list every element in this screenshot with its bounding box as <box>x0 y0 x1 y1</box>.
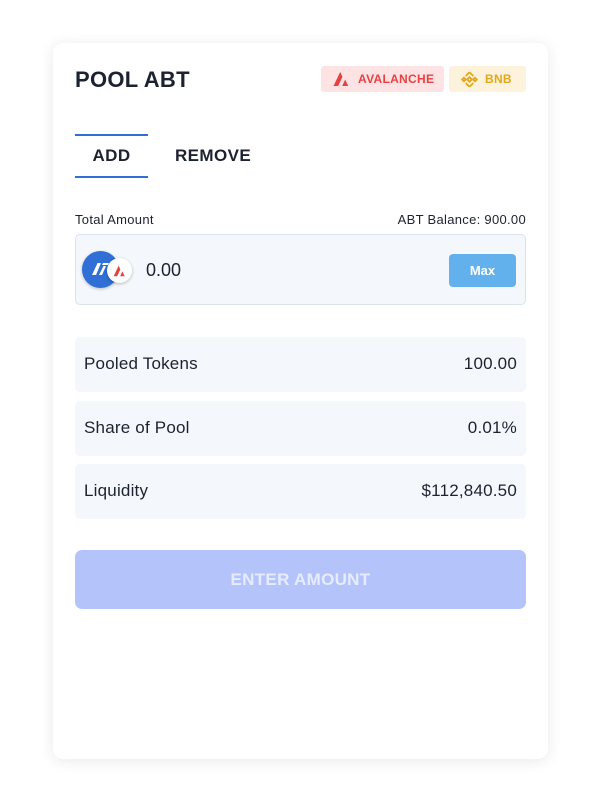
amount-input[interactable] <box>146 257 406 283</box>
abt-balance-label: ABT Balance: 900.00 <box>397 212 526 227</box>
amount-input-box: Max <box>75 234 526 305</box>
pool-tabs: ADD REMOVE <box>75 134 275 179</box>
stat-label: Share of Pool <box>84 418 190 437</box>
amount-label-row: Total Amount ABT Balance: 900.00 <box>75 212 526 230</box>
stat-share-of-pool: Share of Pool 0.01% <box>75 401 526 456</box>
chain-badge-bnb[interactable]: BNB <box>449 66 526 92</box>
enter-amount-button[interactable]: ENTER AMOUNT <box>75 550 526 609</box>
stat-liquidity: Liquidity $112,840.50 <box>75 464 526 519</box>
stat-label: Liquidity <box>84 481 149 500</box>
tab-remove[interactable]: REMOVE <box>175 134 251 178</box>
pool-card: POOL ABT AVALANCHE BNB ADD REMOVE Total … <box>53 43 548 759</box>
stat-pooled-tokens: Pooled Tokens 100.00 <box>75 337 526 392</box>
avalanche-icon <box>333 72 349 86</box>
chain-badge-label: AVALANCHE <box>358 72 435 86</box>
bnb-icon <box>461 71 478 87</box>
page-title: POOL ABT <box>75 67 190 92</box>
stat-value: 100.00 <box>463 354 517 373</box>
stat-value: 0.01% <box>467 418 517 437</box>
total-amount-label: Total Amount <box>75 212 154 227</box>
stat-label: Pooled Tokens <box>84 354 198 373</box>
chain-badge-label: BNB <box>485 72 512 86</box>
tab-add[interactable]: ADD <box>75 134 148 178</box>
stat-value: $112,840.50 <box>421 481 517 500</box>
max-button[interactable]: Max <box>449 254 516 287</box>
avalanche-icon <box>107 258 132 283</box>
chain-badge-avalanche[interactable]: AVALANCHE <box>321 66 444 92</box>
